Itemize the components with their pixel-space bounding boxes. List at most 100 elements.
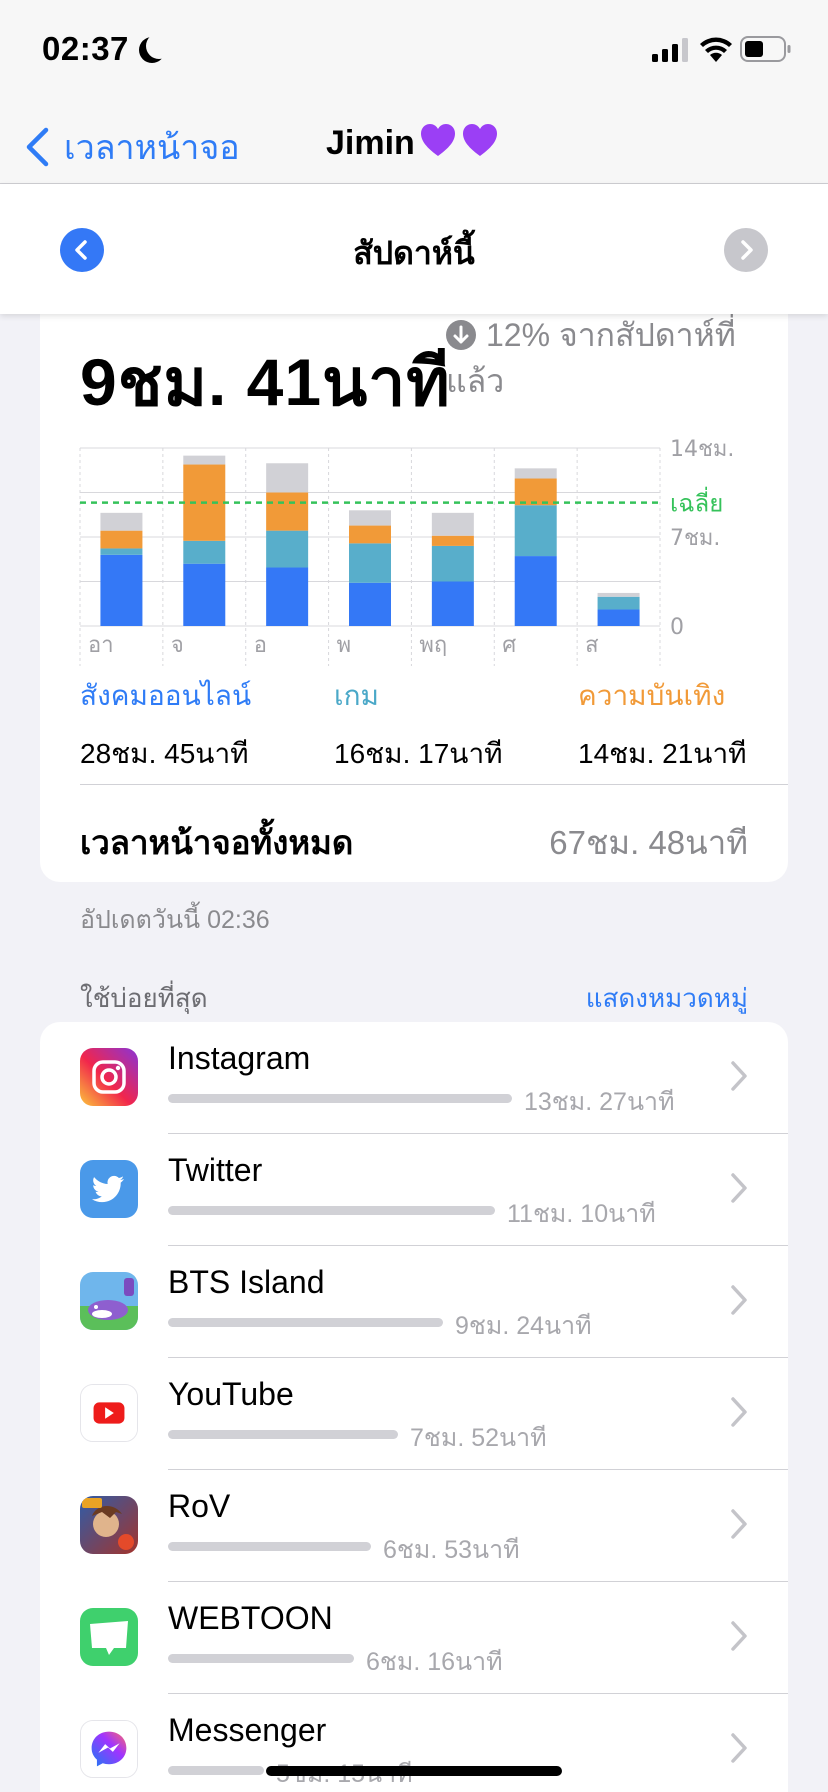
- chart-bar-segment: [349, 510, 391, 526]
- next-week-button[interactable]: [724, 228, 768, 272]
- chart-bar-segment: [431, 581, 474, 626]
- instagram-icon: [80, 1048, 138, 1106]
- wifi-icon: [700, 37, 732, 62]
- moon-icon: [146, 33, 172, 59]
- chart-bar-segment: [183, 540, 226, 564]
- category-value: 16ชม. 17นาที: [334, 738, 503, 769]
- chevron-right-icon: [731, 1733, 747, 1763]
- chart-x-tick-label: อา: [88, 633, 114, 658]
- chart-bar-segment: [597, 592, 640, 597]
- category-value: 14ชม. 21นาที: [578, 738, 747, 769]
- chevron-right-icon: [731, 1061, 747, 1091]
- week-change-text: 12% จากสัปดาห์ที่แล้ว: [446, 317, 736, 399]
- usage-bar: [168, 1094, 512, 1103]
- status-time: 02:37: [42, 30, 129, 67]
- category-name: เกม: [334, 680, 379, 711]
- app-usage-time: 11ชม. 10นาที: [507, 1200, 656, 1228]
- list-item-rov[interactable]: RoV 6ชม. 53นาที: [40, 1470, 788, 1582]
- back-button[interactable]: เวลาหน้าจอ: [24, 120, 240, 174]
- category-entertainment[interactable]: ความบันเทิง 14ชม. 21นาที: [578, 674, 747, 776]
- screen-time-summary-card: 9ชม. 41นาที 12% จากสัปดาห์ที่แล้ว อา จ อ พ พ…: [40, 270, 788, 882]
- purple-heart-icon: [420, 124, 455, 156]
- home-indicator: [266, 1766, 562, 1776]
- page-title: Jimin: [326, 122, 499, 163]
- app-name: RoV: [168, 1488, 231, 1524]
- usage-bar: [168, 1654, 354, 1663]
- app-name: Twitter: [168, 1152, 263, 1188]
- most-used-app-list: Instagram 13ชม. 27นาที Twitter 11ชม. 10น…: [40, 1022, 788, 1792]
- chart-bar-segment: [100, 512, 143, 531]
- list-item-twitter[interactable]: Twitter 11ชม. 10นาที: [40, 1134, 788, 1246]
- updated-timestamp: อัปเดตวันนี้ 02:36: [80, 906, 270, 934]
- list-item-youtube[interactable]: YouTube 7ชม. 52นาที: [40, 1358, 788, 1470]
- chart-x-tick-label: ส: [585, 633, 599, 658]
- divider: [80, 784, 788, 785]
- usage-bar: [168, 1766, 264, 1775]
- chart-y-tick-label: 7ชม.: [670, 526, 720, 551]
- chevron-right-icon: [731, 1173, 747, 1203]
- usage-bar: [168, 1542, 371, 1551]
- most-used-title: ใช้บ่อยที่สุด: [80, 983, 208, 1013]
- daily-average-time: 9ชม. 41นาที: [80, 345, 451, 419]
- weekly-usage-chart: อา จ อ พ พฤ ศ ส เฉลี่ย 14ชม. 7ชม. 0: [79, 430, 770, 666]
- chart-bar-segment: [100, 530, 143, 549]
- purple-heart-icon: [462, 124, 497, 156]
- rov-icon: [80, 1496, 138, 1554]
- app-usage-time: 13ชม. 27นาที: [524, 1088, 675, 1116]
- chart-bar-segment: [597, 609, 640, 626]
- back-button-label: เวลาหน้าจอ: [64, 129, 240, 167]
- app-name: BTS Island: [168, 1264, 325, 1300]
- page-title-text: Jimin: [326, 124, 415, 162]
- total-screen-time-label: เวลาหน้าจอทั้งหมด: [80, 824, 354, 861]
- list-item-bts-island[interactable]: BTS Island 9ชม. 24นาที: [40, 1246, 788, 1358]
- chart-x-tick-label: ศ: [502, 633, 516, 658]
- chart-y-tick-label: 0: [670, 615, 684, 640]
- usage-bar: [168, 1430, 398, 1439]
- chart-x-tick-label: พ: [337, 633, 352, 658]
- chart-y-tick-label: 14ชม.: [670, 437, 734, 462]
- chart-bar-segment: [514, 468, 557, 479]
- chart-bar-segment: [266, 567, 309, 626]
- usage-bar: [168, 1206, 495, 1215]
- webtoon-icon: [80, 1608, 138, 1666]
- weekly-usage-chart-svg: อา จ อ พ พฤ ศ ส เฉลี่ย 14ชม. 7ชม. 0: [79, 437, 734, 666]
- battery-icon: [740, 36, 791, 62]
- category-value: 28ชม. 45นาที: [80, 738, 249, 769]
- list-item-instagram[interactable]: Instagram 13ชม. 27นาที: [40, 1022, 788, 1134]
- chart-bar-segment: [349, 525, 391, 544]
- messenger-icon: [80, 1720, 138, 1778]
- app-usage-time: 6ชม. 16นาที: [366, 1648, 503, 1676]
- list-item-messenger[interactable]: Messenger 5ชม. 15นาที: [40, 1694, 788, 1792]
- chart-bar-segment: [514, 478, 557, 506]
- chevron-right-icon: [731, 1397, 747, 1427]
- list-item-webtoon[interactable]: WEBTOON 6ชม. 16นาที: [40, 1582, 788, 1694]
- chevron-right-icon: [731, 1285, 747, 1315]
- app-usage-time: 6ชม. 53นาที: [383, 1536, 520, 1564]
- chart-bar-segment: [349, 582, 391, 626]
- chart-x-tick-label: อ: [254, 633, 267, 658]
- chart-bar-segment: [183, 563, 226, 626]
- app-name: Messenger: [168, 1712, 327, 1748]
- week-change: 12% จากสัปดาห์ที่แล้ว: [446, 312, 766, 404]
- category-social[interactable]: สังคมออนไลน์ 28ชม. 45นาที: [80, 674, 251, 776]
- show-categories-link[interactable]: แสดงหมวดหมู่: [586, 978, 748, 1019]
- chart-bar-segment: [514, 505, 557, 557]
- status-bar: 02:37: [0, 0, 828, 100]
- category-breakdown: สังคมออนไลน์ 28ชม. 45นาที เกม 16ชม. 17นา…: [80, 674, 760, 769]
- chart-x-tick-label: พฤ: [419, 633, 447, 658]
- youtube-icon: [80, 1384, 138, 1442]
- chart-x-tick-label: จ: [171, 633, 184, 658]
- chart-bar-segment: [266, 463, 309, 493]
- app-name: WEBTOON: [168, 1600, 333, 1636]
- chevron-right-icon: [731, 1509, 747, 1539]
- chevron-right-icon: [741, 240, 753, 260]
- chart-bar-segment: [514, 556, 557, 626]
- category-games[interactable]: เกม 16ชม. 17นาที: [334, 674, 503, 776]
- category-name: สังคมออนไลน์: [80, 680, 252, 711]
- category-name: ความบันเทิง: [578, 680, 726, 711]
- cellular-signal-icon: [652, 38, 688, 62]
- chart-bar-segment: [349, 543, 391, 583]
- chart-bar-segment: [431, 545, 474, 582]
- chart-bar-segment: [100, 548, 143, 555]
- week-selector: สัปดาห์นี้: [0, 184, 828, 314]
